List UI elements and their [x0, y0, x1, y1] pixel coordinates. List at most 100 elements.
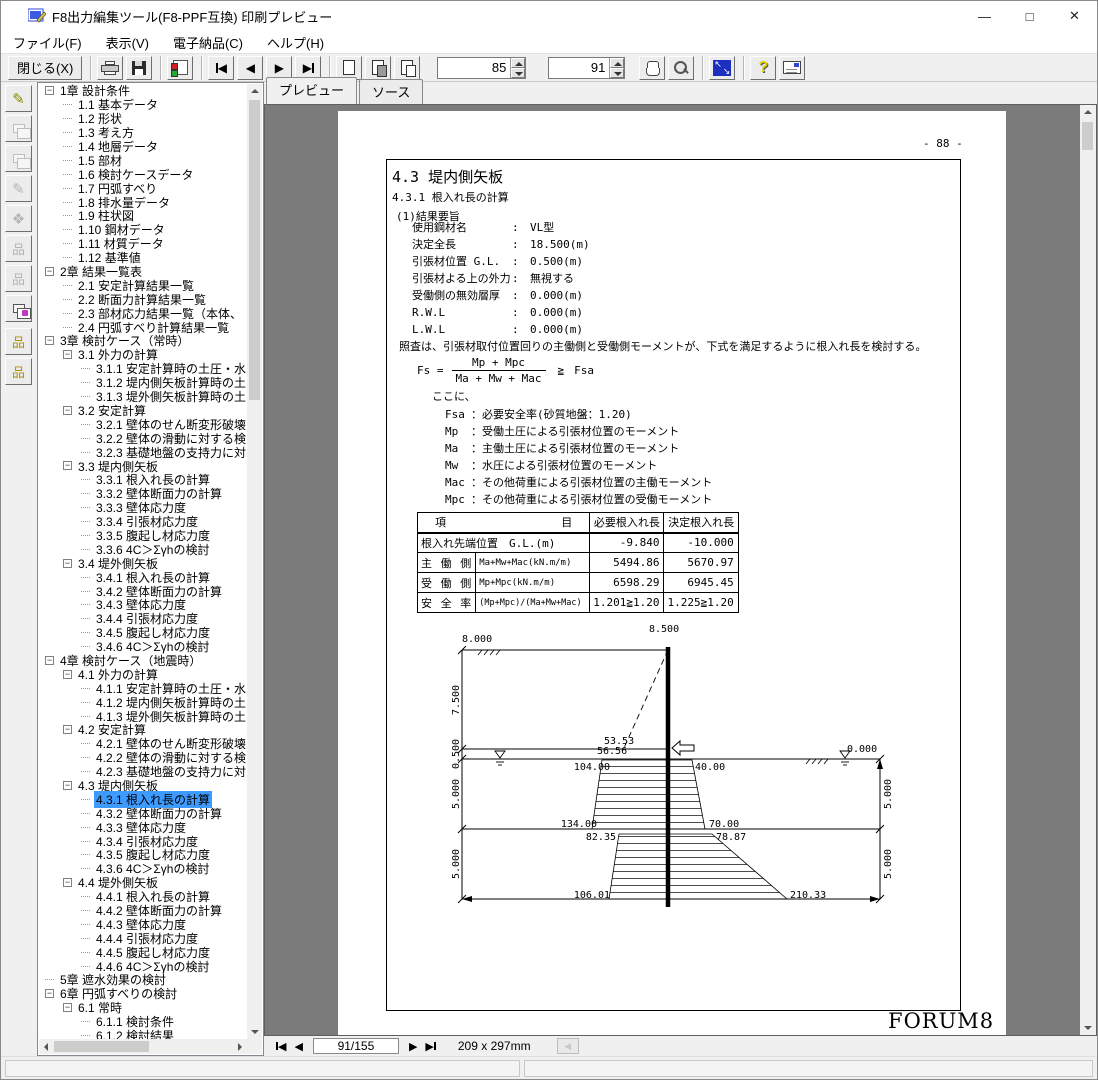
scroll-down-arrow-icon[interactable]: [247, 1024, 262, 1039]
expand-collapse-icon[interactable]: −: [63, 878, 72, 887]
tree-connector: [81, 396, 90, 397]
tree-item[interactable]: 1.1 基本データ: [39, 98, 247, 112]
save-button[interactable]: [126, 56, 152, 80]
nav-scroll-button[interactable]: ◀: [557, 1038, 579, 1054]
properties-icon: [783, 61, 801, 74]
zoom-value-field[interactable]: 85: [438, 58, 510, 78]
prev-page-button[interactable]: ◀: [237, 56, 263, 80]
expand-collapse-icon[interactable]: −: [63, 1003, 72, 1012]
expand-collapse-icon[interactable]: −: [63, 350, 72, 359]
expand-collapse-icon[interactable]: −: [63, 461, 72, 470]
summary-value: VL型: [522, 219, 554, 236]
ornament-button[interactable]: ❖: [5, 205, 32, 232]
print-button[interactable]: [97, 56, 123, 80]
tree-item[interactable]: 1.4 地層データ: [39, 140, 247, 154]
tree-hscroll-thumb[interactable]: [54, 1041, 149, 1052]
tree-item[interactable]: 1.11 材質データ: [39, 237, 247, 251]
draw-button[interactable]: ✎: [5, 175, 32, 202]
zoom-down-button[interactable]: [511, 68, 525, 78]
edit-pen-button[interactable]: ✎: [5, 85, 32, 112]
next-page-button[interactable]: ▶: [266, 56, 292, 80]
maximize-button[interactable]: □: [1007, 1, 1052, 31]
scroll-up-arrow-icon[interactable]: [247, 84, 262, 99]
nav-next-button[interactable]: ▶: [409, 1040, 417, 1053]
layer-button-1[interactable]: [5, 115, 32, 142]
tree-item[interactable]: 1.8 排水量データ: [39, 195, 247, 209]
merge-button[interactable]: [167, 56, 193, 80]
expand-collapse-icon[interactable]: −: [63, 406, 72, 415]
nav-prev-button[interactable]: ◀: [294, 1040, 302, 1053]
tree-connector: [81, 604, 90, 605]
expand-collapse-icon[interactable]: −: [63, 670, 72, 679]
tree-item[interactable]: 6.1.2 検討結果: [39, 1029, 247, 1039]
page-value-field[interactable]: 91: [549, 58, 609, 78]
expand-collapse-icon[interactable]: −: [63, 725, 72, 734]
tree-item[interactable]: −6章 円弧すべりの検討: [39, 987, 247, 1001]
definition-symbol: Mac: [445, 474, 471, 491]
close-window-button[interactable]: ✕: [1052, 1, 1097, 31]
status-bar: [1, 1056, 1097, 1079]
properties-button[interactable]: [779, 56, 805, 80]
help-button[interactable]: ?: [750, 56, 776, 80]
nodes-button-2[interactable]: 品: [5, 265, 32, 292]
table-header-required: 必要根入れ長: [590, 513, 664, 533]
expand-collapse-icon[interactable]: −: [63, 559, 72, 568]
first-page-button[interactable]: ◀: [208, 56, 234, 80]
label-tie-force-b: 56.56: [597, 746, 627, 757]
last-page-button[interactable]: ▶: [295, 56, 321, 80]
summary-row: R.W.L:0.000(m): [412, 304, 590, 321]
whole-page-view-button[interactable]: [336, 56, 362, 80]
layer-button-2[interactable]: [5, 145, 32, 172]
tree-connector: [81, 854, 90, 855]
summary-colon: :: [512, 321, 522, 338]
tab-preview[interactable]: プレビュー: [266, 77, 357, 104]
menu-file[interactable]: ファイル(F): [1, 31, 94, 54]
page-down-button[interactable]: [610, 68, 624, 78]
page-overlay-view-button[interactable]: [365, 56, 391, 80]
tree-vertical-scrollbar[interactable]: [247, 84, 262, 1039]
zoom-tool-button[interactable]: [668, 56, 694, 80]
label-left-ground: 8.000: [462, 634, 492, 645]
tree-connector: [81, 577, 90, 578]
expand-collapse-icon[interactable]: −: [45, 336, 54, 345]
tree-connector: [81, 896, 90, 897]
menu-help[interactable]: ヘルプ(H): [255, 31, 336, 54]
menu-delivery[interactable]: 電子納品(C): [161, 31, 255, 54]
preview-vscroll-thumb[interactable]: [1082, 122, 1093, 150]
expand-collapse-icon[interactable]: −: [45, 267, 54, 276]
page-width-view-button[interactable]: [394, 56, 420, 80]
nav-first-button[interactable]: ◀: [276, 1040, 286, 1053]
layers-icon: [13, 124, 25, 133]
tree-horizontal-scrollbar[interactable]: [39, 1039, 247, 1054]
menu-view[interactable]: 表示(V): [94, 31, 161, 54]
scroll-up-arrow-icon[interactable]: [1080, 105, 1095, 120]
next-page-icon: ▶: [275, 62, 284, 74]
expand-collapse-icon[interactable]: −: [63, 781, 72, 790]
expand-collapse-icon[interactable]: −: [45, 86, 54, 95]
expand-collapse-icon[interactable]: −: [45, 656, 54, 665]
tree-structure-button-1[interactable]: 品: [5, 328, 32, 355]
formula-rhs: Fsa: [574, 364, 594, 377]
close-preview-button[interactable]: 閉じる(X): [8, 56, 82, 80]
scroll-left-arrow-icon[interactable]: [39, 1039, 54, 1054]
hand-tool-button[interactable]: [639, 56, 665, 80]
scroll-right-arrow-icon[interactable]: [232, 1039, 247, 1054]
summary-colon: :: [512, 304, 522, 321]
minimize-button[interactable]: —: [962, 1, 1007, 31]
preview-vertical-scrollbar[interactable]: [1080, 105, 1096, 1035]
scroll-down-arrow-icon[interactable]: [1080, 1020, 1095, 1035]
tree-structure-button-2[interactable]: 品: [5, 358, 32, 385]
page-up-button[interactable]: [610, 58, 624, 68]
tree-item[interactable]: 1.2 形状: [39, 112, 247, 126]
definition-symbol: Mw: [445, 457, 471, 474]
expand-collapse-icon[interactable]: −: [45, 989, 54, 998]
tab-source[interactable]: ソース: [359, 79, 423, 104]
tree-vscroll-thumb[interactable]: [249, 100, 260, 400]
zoom-up-button[interactable]: [511, 58, 525, 68]
nav-last-button[interactable]: ▶: [425, 1040, 435, 1053]
pages-color-button[interactable]: [5, 295, 32, 322]
label-passive-bottom: 210.33: [790, 890, 826, 901]
nodes-button-1[interactable]: 品: [5, 235, 32, 262]
fit-window-button[interactable]: ↖↘: [709, 56, 735, 80]
page-position-field[interactable]: 91/155: [313, 1038, 399, 1054]
